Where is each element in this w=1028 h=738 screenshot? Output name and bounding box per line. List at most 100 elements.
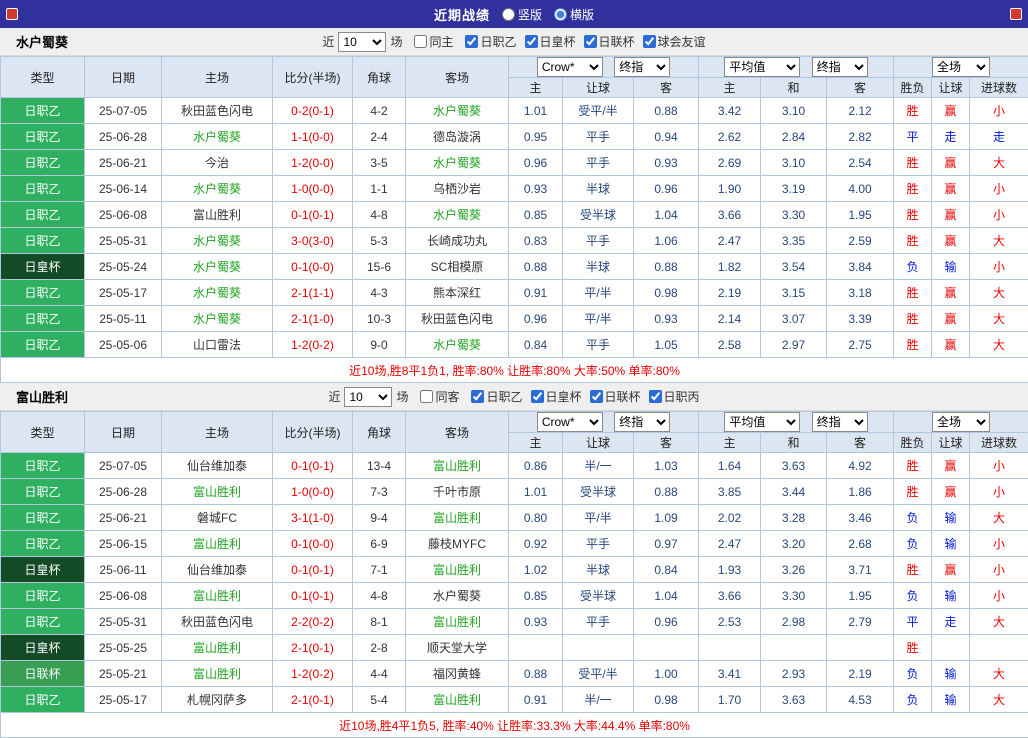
away-team-cell[interactable]: 富山胜利 <box>406 687 509 713</box>
home-team-cell[interactable]: 水户蜀葵 <box>162 228 273 254</box>
bookmaker-select[interactable]: Crow* <box>537 412 603 432</box>
layout-radio-horizontal[interactable]: 横版 <box>554 6 594 23</box>
away-team-cell[interactable]: 顺天堂大学 <box>406 635 509 661</box>
odds-stage-select[interactable]: 终指 <box>614 412 670 432</box>
odds-cell: 1.03 <box>634 453 699 479</box>
home-team-cell[interactable]: 水户蜀葵 <box>162 306 273 332</box>
home-team-cell[interactable]: 富山胜利 <box>162 202 273 228</box>
league-filter[interactable]: 日联杯 <box>584 33 635 50</box>
league-checkbox[interactable] <box>649 390 662 403</box>
home-team-cell[interactable]: 札幌冈萨多 <box>162 687 273 713</box>
horizontal-radio[interactable] <box>554 8 567 21</box>
match-row: 日皇杯25-05-25富山胜利2-1(0-1)2-8顺天堂大学胜 <box>1 635 1028 661</box>
home-team-cell[interactable]: 富山胜利 <box>162 531 273 557</box>
date-cell: 25-05-17 <box>85 280 162 306</box>
away-team-cell[interactable]: 长崎成功丸 <box>406 228 509 254</box>
same-venue-checkbox[interactable] <box>420 390 433 403</box>
home-team-cell[interactable]: 今治 <box>162 150 273 176</box>
scope-select[interactable]: 全场 <box>932 412 990 432</box>
home-team-cell[interactable]: 仙台维加泰 <box>162 557 273 583</box>
league-filter[interactable]: 日皇杯 <box>525 33 576 50</box>
odds-stage-select-2[interactable]: 终指 <box>812 412 868 432</box>
layout-radio-vertical[interactable]: 竖版 <box>502 6 542 23</box>
away-team-cell[interactable]: 水户蜀葵 <box>406 583 509 609</box>
result-cell: 赢 <box>932 479 970 505</box>
date-cell: 25-05-31 <box>85 609 162 635</box>
home-team-cell[interactable]: 水户蜀葵 <box>162 254 273 280</box>
league-checkbox[interactable] <box>531 390 544 403</box>
away-team-cell[interactable]: 水户蜀葵 <box>406 332 509 358</box>
odds-cell: 2.19 <box>827 661 894 687</box>
away-team-cell[interactable]: 福冈黄蜂 <box>406 661 509 687</box>
section-header: 水户蜀葵 近 10 场 同主 日职乙日皇杯日联杯球会友谊 <box>0 28 1028 56</box>
league-checkbox[interactable] <box>465 35 478 48</box>
vertical-radio[interactable] <box>502 8 515 21</box>
odds-cell: 1.04 <box>634 583 699 609</box>
away-team-cell[interactable]: 富山胜利 <box>406 609 509 635</box>
away-team-cell[interactable]: 藤枝MYFC <box>406 531 509 557</box>
league-checkbox[interactable] <box>471 390 484 403</box>
home-team-cell[interactable]: 富山胜利 <box>162 479 273 505</box>
home-team-cell[interactable]: 磐城FC <box>162 505 273 531</box>
away-team-cell[interactable]: 富山胜利 <box>406 505 509 531</box>
league-filter[interactable]: 日职丙 <box>649 388 700 405</box>
away-team-cell[interactable]: 德岛漩涡 <box>406 124 509 150</box>
away-team-cell[interactable]: 乌栖沙岩 <box>406 176 509 202</box>
same-venue-checkbox[interactable] <box>414 35 427 48</box>
scope-select[interactable]: 全场 <box>932 57 990 77</box>
league-checkbox[interactable] <box>590 390 603 403</box>
away-team-cell[interactable]: 水户蜀葵 <box>406 150 509 176</box>
odds-stage-select[interactable]: 终指 <box>614 57 670 77</box>
away-team-cell[interactable]: 富山胜利 <box>406 453 509 479</box>
away-team-cell[interactable]: 富山胜利 <box>406 557 509 583</box>
home-team-cell[interactable]: 富山胜利 <box>162 635 273 661</box>
odds-cell: 受半球 <box>563 479 634 505</box>
odds-cell: 受平/半 <box>563 98 634 124</box>
average-select[interactable]: 平均值 <box>724 57 800 77</box>
league-checkbox[interactable] <box>584 35 597 48</box>
home-team-cell[interactable]: 山口雷法 <box>162 332 273 358</box>
home-team-cell[interactable]: 富山胜利 <box>162 661 273 687</box>
league-filter[interactable]: 日职乙 <box>465 33 516 50</box>
odds-cell: 3.44 <box>761 479 827 505</box>
home-team-cell[interactable]: 仙台维加泰 <box>162 453 273 479</box>
away-team-cell[interactable]: 水户蜀葵 <box>406 98 509 124</box>
odds-cell: 2.79 <box>827 609 894 635</box>
bookmaker-select[interactable]: Crow* <box>537 57 603 77</box>
odds-cell: 1.01 <box>509 98 563 124</box>
home-team-cell[interactable]: 水户蜀葵 <box>162 280 273 306</box>
odds-stage-select-2[interactable]: 终指 <box>812 57 868 77</box>
league-filter[interactable]: 球会友谊 <box>643 33 706 50</box>
topbar-right-icon[interactable] <box>1010 8 1022 20</box>
league-filter[interactable]: 日皇杯 <box>531 388 582 405</box>
away-team-cell[interactable]: SC相模原 <box>406 254 509 280</box>
same-venue-filter[interactable]: 同客 <box>420 388 459 405</box>
result-cell: 走 <box>970 124 1028 150</box>
odds-cell: 0.95 <box>509 124 563 150</box>
score-cell: 1-1(0-0) <box>273 124 353 150</box>
odds-cell: 平手 <box>563 228 634 254</box>
league-cell: 日职乙 <box>1 280 85 306</box>
score-cell: 2-1(1-1) <box>273 280 353 306</box>
away-team-cell[interactable]: 熊本深红 <box>406 280 509 306</box>
home-team-cell[interactable]: 富山胜利 <box>162 583 273 609</box>
home-team-cell[interactable]: 秋田蓝色闪电 <box>162 609 273 635</box>
away-team-cell[interactable]: 水户蜀葵 <box>406 202 509 228</box>
home-team-cell[interactable]: 水户蜀葵 <box>162 176 273 202</box>
league-filter[interactable]: 日联杯 <box>590 388 641 405</box>
league-filter[interactable]: 日职乙 <box>471 388 522 405</box>
average-select[interactable]: 平均值 <box>724 412 800 432</box>
league-checkbox[interactable] <box>525 35 538 48</box>
home-team-cell[interactable]: 秋田蓝色闪电 <box>162 98 273 124</box>
away-team-cell[interactable]: 千叶市原 <box>406 479 509 505</box>
corner-cell: 6-9 <box>353 531 406 557</box>
same-venue-filter[interactable]: 同主 <box>414 33 453 50</box>
recent-count-select[interactable]: 10 <box>338 32 386 52</box>
col-avg-draw: 和 <box>761 78 827 98</box>
league-checkbox[interactable] <box>643 35 656 48</box>
away-team-cell[interactable]: 秋田蓝色闪电 <box>406 306 509 332</box>
home-team-cell[interactable]: 水户蜀葵 <box>162 124 273 150</box>
col-crow-home: 主 <box>509 433 563 453</box>
topbar-left-icon[interactable] <box>6 8 18 20</box>
recent-count-select[interactable]: 10 <box>344 387 392 407</box>
